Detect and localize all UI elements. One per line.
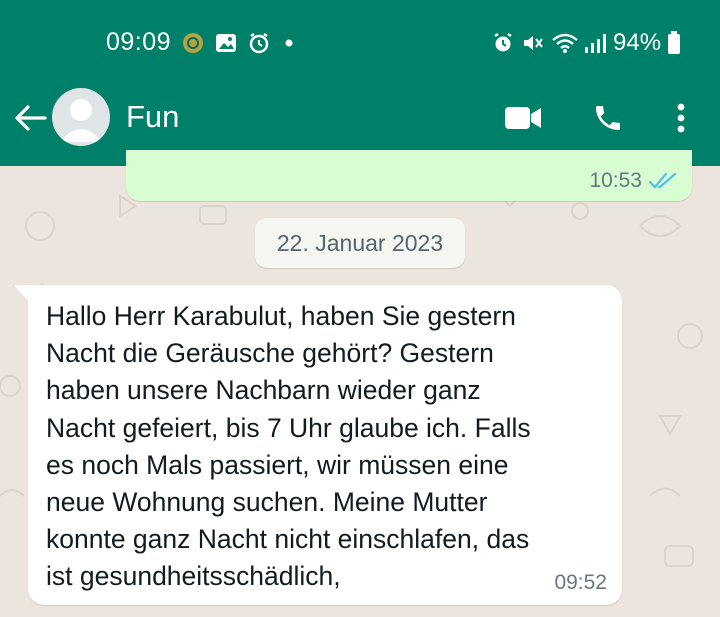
incoming-message-text: Hallo Herr Karabulut, haben Sie gestern … [46, 301, 531, 592]
battery-icon [666, 31, 682, 55]
more-options-icon [677, 103, 685, 133]
app-notification-icon [180, 31, 206, 55]
incoming-message-bubble[interactable]: Hallo Herr Karabulut, haben Sie gestern … [28, 285, 622, 605]
voice-call-button[interactable] [588, 98, 628, 138]
incoming-message-time: 09:52 [554, 571, 607, 594]
wifi-icon [550, 31, 580, 55]
date-separator: 22. Januar 2023 [255, 218, 465, 268]
video-call-button[interactable] [503, 98, 543, 138]
voice-call-icon [596, 106, 620, 130]
battery-percent: 94% [613, 29, 662, 56]
contact-avatar[interactable] [52, 88, 110, 146]
read-receipt-icon [648, 172, 677, 189]
more-notifications-dot-icon [284, 31, 294, 55]
avatar-placeholder-icon [60, 99, 102, 142]
outgoing-message-bubble[interactable]: 10:53 [126, 150, 692, 201]
alarm-notification-icon [246, 31, 272, 55]
outgoing-message-time: 10:53 [589, 169, 642, 192]
chat-screen: 09:09 94% Fun 10:53 22. Januar 2023 Hall… [0, 0, 720, 617]
back-button[interactable] [10, 98, 50, 138]
mute-icon [520, 31, 546, 55]
header: 09:09 94% Fun [0, 0, 720, 166]
more-options-button[interactable] [664, 98, 698, 138]
outgoing-message-meta: 10:53 [589, 169, 678, 193]
alarm-icon [490, 31, 516, 55]
status-time: 09:09 [106, 28, 172, 56]
back-arrow-icon [15, 105, 47, 131]
gallery-notification-icon [214, 31, 238, 55]
status-bar: 09:09 94% [0, 0, 720, 86]
signal-icon [582, 31, 610, 55]
video-call-icon [505, 107, 541, 129]
contact-name[interactable]: Fun [126, 99, 179, 135]
